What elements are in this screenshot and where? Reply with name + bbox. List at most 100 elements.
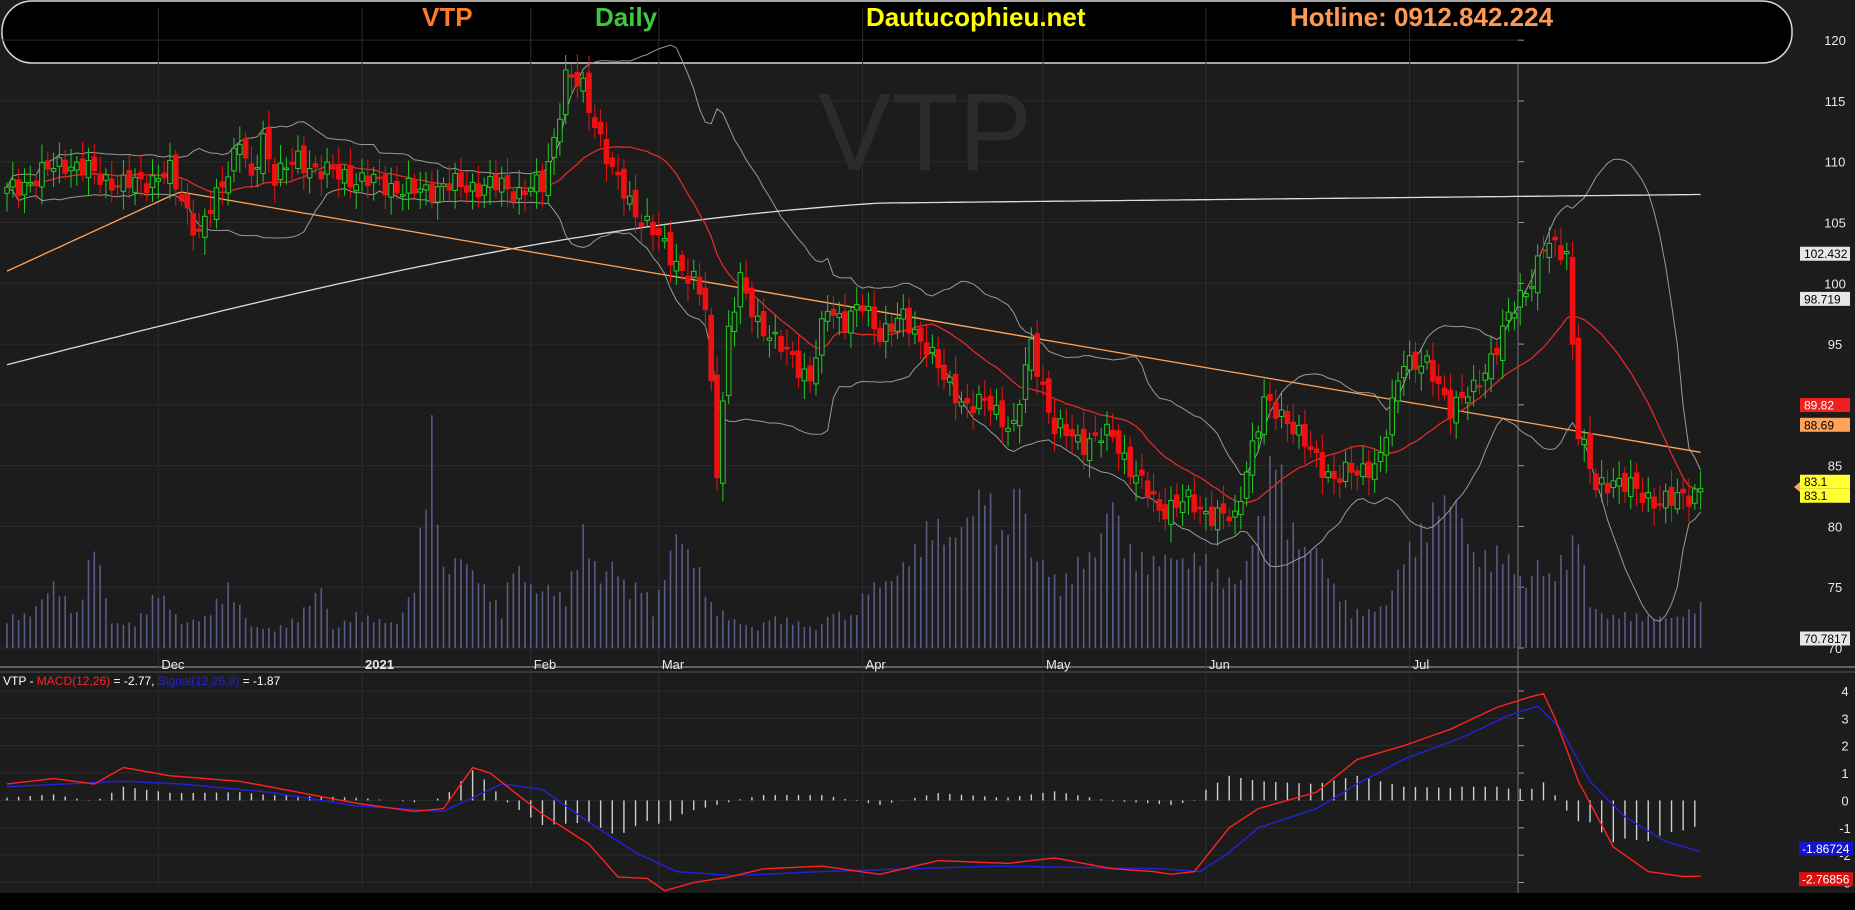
month-label: Apr — [866, 657, 887, 672]
candle-body — [964, 398, 971, 404]
price-tick-label: 115 — [1825, 94, 1846, 109]
candle-body — [883, 323, 889, 342]
candle-body — [493, 173, 499, 191]
macd-tag-label: -2.76856 — [1802, 873, 1850, 887]
candle-body — [1261, 396, 1267, 435]
candle-body — [1482, 372, 1489, 381]
candle-body — [1185, 489, 1192, 498]
candle-body — [1208, 506, 1215, 527]
candle-body — [661, 238, 668, 242]
candle-body — [1133, 475, 1139, 484]
candle-body — [196, 228, 202, 232]
candle-body — [801, 368, 808, 382]
candle-body — [184, 194, 191, 209]
macd-tick-label: 1 — [1841, 766, 1848, 781]
candle-body — [1360, 463, 1366, 478]
month-label: Jun — [1209, 657, 1230, 672]
candle-body — [4, 186, 10, 194]
candle-body — [330, 165, 336, 170]
macd-tag-label: -1.86724 — [1802, 842, 1850, 856]
candle-body — [103, 174, 109, 181]
candle-body — [510, 191, 517, 203]
candle-body — [126, 169, 133, 189]
candle-body — [1348, 462, 1355, 473]
candle-body — [1563, 250, 1570, 255]
candle-body — [1575, 337, 1582, 440]
candle-body — [952, 373, 959, 404]
candle-body — [673, 260, 680, 272]
candle-body — [207, 209, 214, 214]
candle-body — [335, 164, 342, 180]
candle-body — [1086, 438, 1093, 462]
candle-body — [1668, 486, 1675, 506]
candle-body — [981, 397, 988, 401]
candle-body — [1465, 396, 1471, 404]
candle-body — [813, 357, 819, 385]
candle-body — [1639, 492, 1646, 504]
candle-body — [475, 183, 482, 198]
site-name: Dautucophieu.net — [866, 2, 1086, 32]
candle-body — [1505, 311, 1512, 321]
candle-body — [91, 156, 98, 172]
candle-body — [359, 172, 365, 182]
candle-body — [452, 172, 458, 191]
candle-body — [1051, 417, 1058, 435]
candle-body — [528, 187, 534, 192]
candle-body — [1220, 503, 1227, 514]
candle-body — [1191, 494, 1198, 513]
candle-body — [254, 167, 261, 170]
candle-body — [900, 308, 907, 320]
candle-body — [621, 168, 627, 199]
candle-body — [347, 165, 354, 188]
candle-body — [440, 183, 447, 188]
candle-body — [667, 231, 674, 266]
candle-body — [615, 171, 621, 176]
price-pane — [0, 0, 1518, 648]
candle-body — [161, 172, 167, 179]
candle-body — [1057, 418, 1064, 429]
candle-body — [21, 181, 28, 196]
candle-body — [626, 195, 633, 205]
ticker-title: VTP — [422, 2, 473, 32]
candle-body — [1406, 355, 1413, 371]
candle-body — [1156, 499, 1163, 511]
candle-body — [545, 161, 552, 197]
macd-tick-label: 0 — [1841, 793, 1848, 808]
candle-body — [784, 346, 790, 350]
candle-body — [848, 310, 854, 334]
month-label: Feb — [534, 657, 556, 672]
candle-body — [74, 161, 80, 171]
candle-body — [1115, 430, 1122, 454]
candle-body — [1424, 355, 1430, 363]
candle-body — [865, 306, 872, 311]
candle-body — [685, 275, 691, 284]
candle-body — [231, 147, 237, 172]
candle-body — [1604, 482, 1611, 494]
candle-body — [894, 317, 901, 332]
candle-body — [1587, 433, 1593, 469]
candle-body — [1110, 429, 1116, 438]
candle-body — [766, 337, 773, 341]
candle-body — [1395, 380, 1401, 402]
candle-body — [1022, 364, 1029, 400]
candle-body — [353, 184, 359, 192]
candle-body — [557, 118, 563, 143]
candle-body — [15, 179, 22, 197]
candle-body — [44, 160, 51, 170]
candle-body — [242, 138, 249, 159]
candle-body — [1098, 440, 1104, 444]
candle-body — [248, 163, 255, 176]
candle-body — [1529, 286, 1535, 289]
candle-body — [976, 393, 982, 410]
candle-body — [1610, 480, 1617, 489]
candle-body — [1435, 376, 1442, 385]
candle-body — [888, 323, 895, 333]
candle-body — [446, 183, 453, 191]
candle-body — [737, 272, 744, 308]
candle-body — [1622, 472, 1628, 492]
candle-body — [586, 72, 592, 113]
candle-body — [388, 183, 394, 198]
candle-body — [778, 335, 784, 352]
candle-body — [1633, 472, 1640, 489]
candle-body — [1232, 510, 1238, 518]
